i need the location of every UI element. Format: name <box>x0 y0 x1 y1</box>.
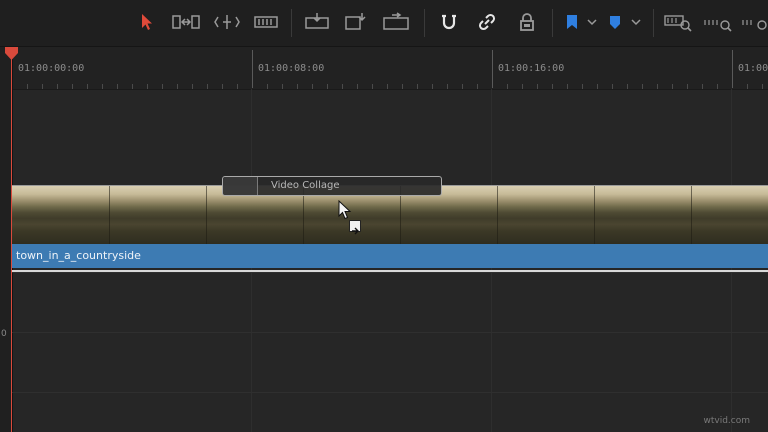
clip-name-bar: town_in_a_countryside <box>12 244 768 268</box>
ruler-tick <box>387 84 388 89</box>
selection-mode-icon[interactable] <box>138 10 156 34</box>
timeline-ruler[interactable]: 01:00:00:00 01:00:08:00 01:00:16:00 01:0… <box>0 47 768 90</box>
timecode-label: 01:00: <box>738 63 768 74</box>
ruler-tick <box>462 84 463 89</box>
ruler-tick <box>87 84 88 89</box>
ruler-tick <box>642 84 643 89</box>
ruler-tick <box>267 84 268 89</box>
zoom-full-icon[interactable] <box>664 10 692 34</box>
ruler-tick <box>672 84 673 89</box>
timeline-clip[interactable]: town_in_a_countryside <box>12 185 768 272</box>
ruler-tick <box>132 84 133 89</box>
ruler-tick <box>582 84 583 89</box>
zoom-detail-icon[interactable] <box>704 10 732 34</box>
ruler-tick <box>222 84 223 89</box>
ruler-tick <box>297 84 298 89</box>
blade-edit-icon[interactable] <box>254 10 278 34</box>
ruler-tick <box>687 84 688 89</box>
flag-icon[interactable] <box>564 10 580 34</box>
ruler-tick <box>117 84 118 89</box>
dragged-clip-name: Video Collage <box>271 180 340 191</box>
playhead-handle-icon[interactable] <box>5 47 18 61</box>
drag-handle[interactable] <box>223 177 258 195</box>
playhead-line[interactable] <box>11 56 12 432</box>
ruler-tick <box>327 84 328 89</box>
toolbar-divider <box>291 9 292 37</box>
snapping-icon[interactable] <box>438 10 460 34</box>
toolbar-divider <box>552 9 553 37</box>
insert-edit-indicator-icon <box>349 220 361 235</box>
ruler-tick <box>147 84 148 89</box>
ruler-tick <box>732 50 733 88</box>
ruler-tick <box>252 50 253 88</box>
track-divider <box>12 272 768 273</box>
ruler-tick <box>447 84 448 89</box>
insert-clip-icon[interactable] <box>304 10 330 34</box>
timecode-label: 01:00:00:00 <box>18 63 85 74</box>
ruler-tick <box>537 84 538 89</box>
ruler-tick <box>282 84 283 89</box>
ruler-tick <box>402 84 403 89</box>
thumbnail-divider <box>594 186 595 244</box>
ruler-tick <box>192 84 193 89</box>
watermark-text: wtvid.com <box>703 416 750 426</box>
dynamic-trim-icon[interactable] <box>214 10 240 34</box>
timeline-toolbar <box>0 0 768 47</box>
thumbnail-divider <box>497 186 498 244</box>
clip-name: town_in_a_countryside <box>16 249 141 262</box>
ruler-tick <box>237 84 238 89</box>
ruler-tick <box>162 84 163 89</box>
replace-clip-icon[interactable] <box>382 10 410 34</box>
ruler-tick <box>57 84 58 89</box>
ruler-tick <box>432 84 433 89</box>
timecode-label: 01:00:16:00 <box>498 63 565 74</box>
ruler-tick <box>102 84 103 89</box>
ruler-tick <box>477 84 478 89</box>
mouse-pointer-icon <box>338 200 352 220</box>
ruler-tick <box>492 50 493 88</box>
timecode-label: 01:00:08:00 <box>258 63 325 74</box>
ruler-tick <box>552 84 553 89</box>
marker-icon[interactable] <box>607 10 623 34</box>
ruler-tick <box>357 84 358 89</box>
marker-dropdown-chevron-icon[interactable] <box>630 10 642 34</box>
ruler-tick <box>522 84 523 89</box>
ruler-tick <box>27 84 28 89</box>
dragged-title-clip[interactable]: Video Collage <box>222 176 442 196</box>
ruler-tick <box>312 84 313 89</box>
overwrite-clip-icon[interactable] <box>344 10 368 34</box>
ruler-tick <box>762 84 763 89</box>
trim-edit-mode-icon[interactable] <box>172 10 200 34</box>
ruler-tick <box>717 84 718 89</box>
ruler-tick <box>42 84 43 89</box>
ruler-tick <box>177 84 178 89</box>
ruler-tick <box>627 84 628 89</box>
linked-selection-icon[interactable] <box>476 10 498 34</box>
position-lock-icon[interactable] <box>516 10 538 34</box>
ruler-tick <box>567 84 568 89</box>
thumbnail-divider <box>206 186 207 244</box>
toolbar-divider <box>653 9 654 37</box>
ruler-tick <box>657 84 658 89</box>
ruler-tick <box>342 84 343 89</box>
thumbnail-divider <box>691 186 692 244</box>
ruler-tick <box>72 84 73 89</box>
track-divider <box>12 332 768 333</box>
ruler-tick <box>372 84 373 89</box>
toolbar-divider <box>424 9 425 37</box>
track-divider <box>12 392 768 393</box>
ruler-tick <box>417 84 418 89</box>
flag-dropdown-chevron-icon[interactable] <box>586 10 598 34</box>
ruler-tick <box>702 84 703 89</box>
ruler-tick <box>597 84 598 89</box>
ruler-tick <box>612 84 613 89</box>
zoom-custom-icon[interactable] <box>742 10 768 34</box>
thumbnail-divider <box>109 186 110 244</box>
ruler-tick <box>207 84 208 89</box>
track-number: 0 <box>1 329 7 339</box>
ruler-tick <box>747 84 748 89</box>
ruler-tick <box>507 84 508 89</box>
